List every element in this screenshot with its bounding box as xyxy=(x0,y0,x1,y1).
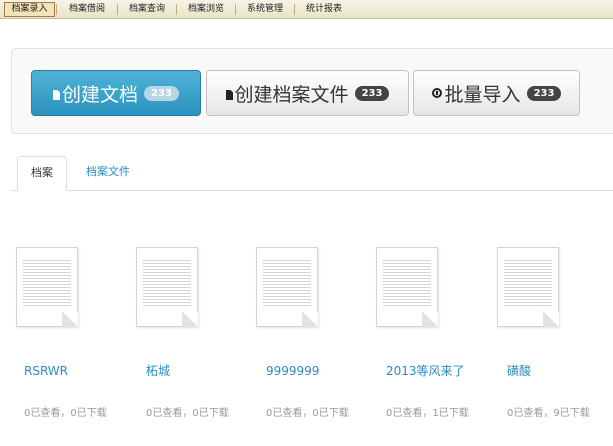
page-curl-icon xyxy=(422,311,438,327)
page-curl-icon xyxy=(543,311,559,327)
menu-item-archive-borrow[interactable]: 档案借阅 xyxy=(61,3,113,16)
file-name-link[interactable]: 2013等风来了 xyxy=(386,363,466,379)
file-name-link[interactable]: 柘城 xyxy=(146,363,236,379)
file-name-link[interactable]: 9999999 xyxy=(266,363,356,379)
menu-item-archive-entry[interactable]: 档案录入 xyxy=(4,2,55,17)
menu-item-archive-browse[interactable]: 档案浏览 xyxy=(180,3,232,16)
page-curl-icon xyxy=(182,311,198,327)
top-menu-bar: 档案录入 档案借阅 档案查询 档案浏览 系统管理 统计报表 xyxy=(0,0,613,19)
page-curl-icon xyxy=(302,311,318,327)
file-name-link[interactable]: RSRWR xyxy=(24,363,114,379)
batch-import-count-badge: 233 xyxy=(526,85,562,101)
menu-item-stats-report[interactable]: 统计报表 xyxy=(298,3,350,16)
create-archive-file-label: 创建档案文件 xyxy=(234,83,349,106)
file-name-link[interactable]: 磺酸 xyxy=(507,363,597,379)
page-curl-icon xyxy=(62,311,78,327)
document-thumbnail[interactable] xyxy=(497,247,559,327)
file-stats: 0已查看，0已下载 xyxy=(146,408,229,419)
tab-archive-files[interactable]: 档案文件 xyxy=(76,156,140,191)
tab-archive[interactable]: 档案 xyxy=(17,156,67,191)
menu-separator xyxy=(294,4,295,15)
file-icon xyxy=(53,82,61,104)
file-icon xyxy=(225,82,233,104)
menu-separator xyxy=(176,4,177,15)
file-stats: 0已查看，0已下载 xyxy=(266,408,349,419)
menu-item-archive-query[interactable]: 档案查询 xyxy=(121,3,173,16)
document-thumbnail[interactable] xyxy=(16,247,78,327)
menu-item-system-admin[interactable]: 系统管理 xyxy=(239,3,291,16)
menu-separator xyxy=(117,4,118,15)
batch-import-button[interactable]: 批量导入 233 xyxy=(413,70,580,116)
document-thumbnail[interactable] xyxy=(256,247,318,327)
menu-separator xyxy=(235,4,236,15)
document-thumbnail[interactable] xyxy=(136,247,198,327)
file-stats: 0已查看，9已下载 xyxy=(507,408,590,419)
circle-arrow-icon xyxy=(431,88,442,98)
create-archive-file-button[interactable]: 创建档案文件 233 xyxy=(206,70,409,116)
create-archive-file-count-badge: 233 xyxy=(354,85,390,101)
create-document-button[interactable]: 创建文档 233 xyxy=(31,70,201,116)
batch-import-label: 批量导入 xyxy=(444,83,521,106)
menu-separator xyxy=(56,4,57,15)
create-document-label: 创建文档 xyxy=(62,83,139,106)
document-thumbnail[interactable] xyxy=(376,247,438,327)
file-stats: 0已查看，1已下载 xyxy=(386,408,469,419)
file-stats: 0已查看，0已下载 xyxy=(24,408,107,419)
create-document-count-badge: 233 xyxy=(144,85,179,101)
